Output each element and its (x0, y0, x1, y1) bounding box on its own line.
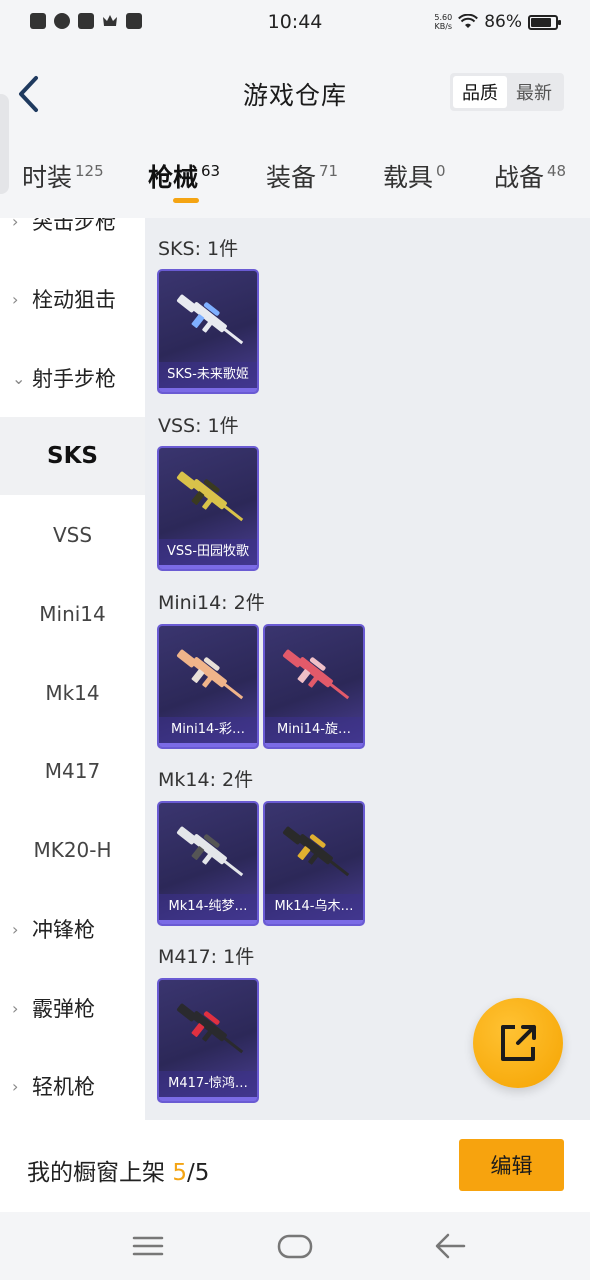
system-nav-bar (0, 1212, 590, 1280)
sort-option-quality[interactable]: 品质 (453, 76, 507, 108)
weapon-image (176, 649, 244, 700)
net-speed: 5.60 KB/s (434, 13, 453, 31)
home-button[interactable] (275, 1226, 315, 1266)
skin-card[interactable]: Mk14-乌木… (263, 801, 365, 926)
chevron-right-icon: › (12, 289, 19, 309)
showcase-status: 我的橱窗上架 5/5 (27, 1160, 210, 1186)
tab-guns[interactable]: 枪械 63 (148, 158, 220, 194)
sidebar-subitem-mini14[interactable]: Mini14 (0, 575, 145, 653)
sidebar-item-assault-rifle[interactable]: › 突击步枪 (0, 218, 145, 260)
home-icon (277, 1234, 313, 1259)
showcase-bar: 我的橱窗上架 5/5 编辑 (0, 1120, 590, 1212)
status-right: 5.60 KB/s 86% (434, 12, 561, 32)
chevron-right-icon: › (12, 1076, 19, 1096)
share-button[interactable] (473, 998, 563, 1088)
item-grid: SKS: 1件 SKS-未来歌姬 VSS: 1件 VSS-田园牧歌 Mini14… (145, 218, 590, 1120)
sort-toggle: 品质 最新 (450, 73, 564, 111)
tab-equipment[interactable]: 装备 71 (266, 158, 338, 194)
rarity-bar (265, 920, 363, 924)
sidebar-subitem-sks[interactable]: SKS (0, 417, 145, 495)
rarity-bar (159, 920, 257, 924)
skin-name: Mk14-乌木… (265, 894, 363, 920)
weapon-image (176, 471, 244, 522)
menu-button[interactable] (128, 1226, 168, 1266)
sidebar-subitem-mk14[interactable]: Mk14 (0, 654, 145, 732)
sidebar-subitem-vss[interactable]: VSS (0, 496, 145, 574)
chevron-right-icon: › (12, 919, 19, 939)
section-title: Mk14: 2件 (158, 769, 254, 791)
nav-back-button[interactable] (430, 1226, 470, 1266)
status-bar: 10:44 5.60 KB/s 86% (0, 0, 590, 46)
edit-button[interactable]: 编辑 (459, 1139, 564, 1191)
section-title: Mini14: 2件 (158, 592, 265, 614)
skin-name: Mk14-纯梦… (159, 894, 257, 920)
skin-card[interactable]: VSS-田园牧歌 (157, 446, 259, 571)
weapon-image (176, 1003, 244, 1054)
header: 游戏仓库 品质 最新 (0, 46, 590, 194)
sidebar-item-shotgun[interactable]: › 霰弹枪 (0, 969, 145, 1047)
rarity-bar (265, 743, 363, 747)
share-external-icon (501, 1025, 536, 1061)
skin-card[interactable]: M417-惊鸿… (157, 978, 259, 1103)
menu-icon (132, 1236, 164, 1256)
rarity-bar (159, 565, 257, 569)
showcase-count: 5/5 (172, 1160, 210, 1186)
chevron-right-icon: › (12, 998, 19, 1018)
section-title: M417: 1件 (158, 946, 255, 968)
sort-option-newest[interactable]: 最新 (507, 76, 561, 108)
battery-percent: 86% (484, 12, 522, 32)
weapon-image (282, 826, 350, 877)
sidebar-item-smg[interactable]: › 冲锋枪 (0, 890, 145, 968)
rarity-bar (159, 388, 257, 392)
tab-vehicles[interactable]: 载具 0 (383, 158, 446, 194)
section-title: VSS: 1件 (158, 415, 239, 437)
sidebar: › 突击步枪 › 栓动狙击 ⌄ 射手步枪 SKS VSS Mini14 Mk14 M4… (0, 218, 145, 1120)
sidebar-item-lmg[interactable]: › 轻机枪 (0, 1047, 145, 1120)
weapon-image (282, 649, 350, 700)
wifi-icon (458, 14, 479, 28)
sidebar-subitem-m417[interactable]: M417 (0, 732, 145, 810)
rarity-bar (159, 1097, 257, 1101)
skin-name: SKS-未来歌姬 (159, 362, 257, 388)
active-tab-indicator (173, 198, 199, 203)
chevron-right-icon: › (12, 218, 19, 231)
weapon-image (176, 826, 244, 877)
rarity-bar (159, 743, 257, 747)
sidebar-subitem-mk20h[interactable]: MK20-H (0, 811, 145, 889)
section-title: SKS: 1件 (158, 238, 239, 260)
skin-card[interactable]: Mk14-纯梦… (157, 801, 259, 926)
battery-icon (528, 14, 561, 30)
weapon-image (176, 294, 244, 345)
skin-name: VSS-田园牧歌 (159, 539, 257, 565)
skin-name: M417-惊鸿… (159, 1071, 257, 1097)
chevron-down-icon: ⌄ (12, 368, 26, 388)
category-tabs: 时装 125 枪械 63 装备 71 载具 0 战备 48 (0, 150, 590, 210)
skin-card[interactable]: Mini14-旋… (263, 624, 365, 749)
back-icon (435, 1233, 466, 1259)
skin-card[interactable]: SKS-未来歌姬 (157, 269, 259, 394)
skin-name: Mini14-旋… (265, 717, 363, 743)
skin-card[interactable]: Mini14-彩… (157, 624, 259, 749)
skin-name: Mini14-彩… (159, 717, 257, 743)
tab-fashion[interactable]: 时装 125 (22, 158, 104, 194)
tab-battle-prep[interactable]: 战备 48 (494, 158, 566, 194)
sidebar-item-marksman-rifle[interactable]: ⌄ 射手步枪 (0, 339, 145, 417)
sidebar-item-bolt-sniper[interactable]: › 栓动狙击 (0, 260, 145, 338)
